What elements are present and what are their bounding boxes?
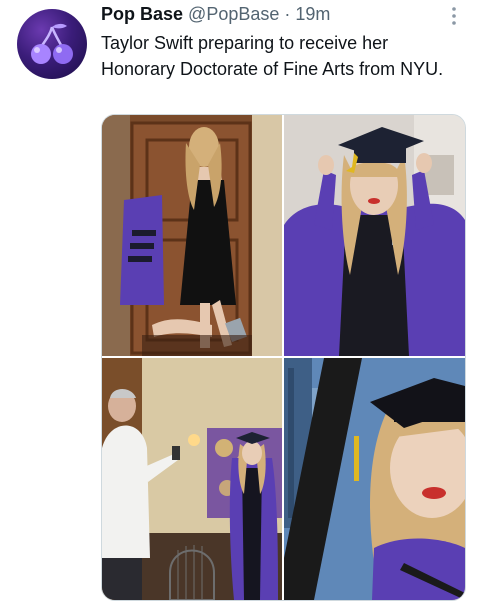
media-grid [101, 114, 466, 601]
cherries-icon [31, 23, 73, 64]
handle[interactable]: @PopBase [188, 4, 279, 24]
display-name[interactable]: Pop Base [101, 4, 183, 24]
avatar[interactable] [17, 9, 87, 79]
tweet-card[interactable]: Pop Base @PopBase · 19m Taylor Swift pre… [0, 0, 480, 601]
photo-3[interactable] [102, 358, 282, 600]
photo-1[interactable] [102, 115, 282, 356]
photo-2[interactable] [284, 115, 465, 356]
photo-4[interactable] [284, 358, 465, 600]
more-options-button[interactable] [444, 6, 464, 26]
timestamp[interactable]: 19m [295, 4, 330, 24]
separator-dot: · [284, 4, 291, 24]
tweet-header: Pop Base @PopBase · 19m [101, 3, 330, 25]
tweet-text: Taylor Swift preparing to receive her Ho… [101, 33, 444, 79]
more-vertical-icon [452, 7, 456, 25]
